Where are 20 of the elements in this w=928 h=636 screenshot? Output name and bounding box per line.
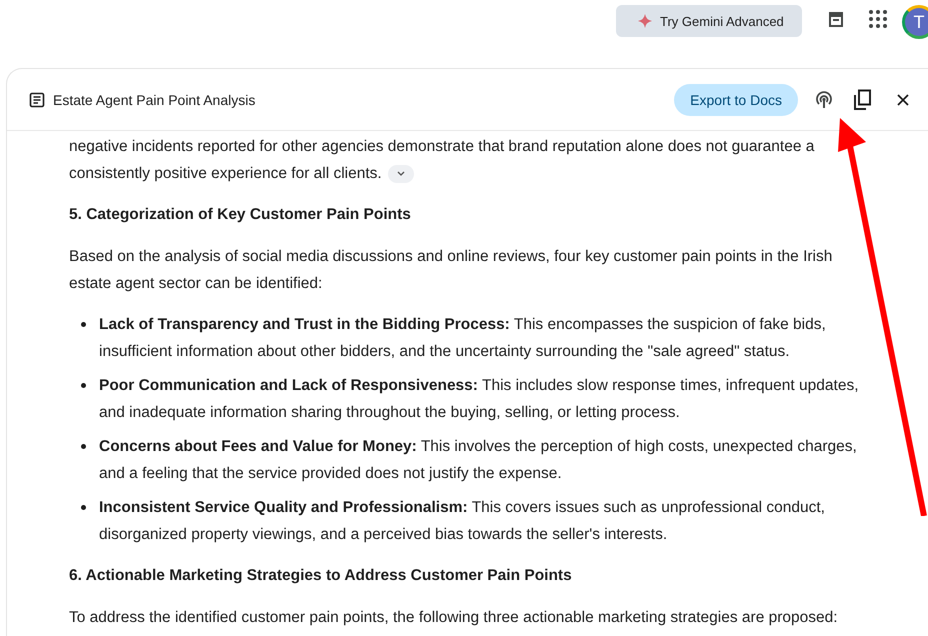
bullet-icon [81, 444, 86, 449]
sparkle-icon [638, 14, 652, 28]
avatar[interactable]: T [902, 5, 928, 39]
bullet-item: Inconsistent Service Quality and Professionalism: This covers issues such as unprofessional conduct, disorganized property viewings, and a perceived bias towards the seller's interests. [99, 498, 826, 545]
bullet-icon [81, 505, 86, 510]
panel-title: Estate Agent Pain Point Analysis [53, 92, 256, 108]
section-heading: 5. Categorization of Key Customer Pain Points [69, 205, 412, 225]
bullet-icon [81, 322, 86, 327]
body-paragraph: Based on the analysis of social media discussions and online reviews, four key customer pain points in the Irish estate agent sector can be identified: [69, 247, 834, 294]
bullet-icon [81, 383, 86, 388]
bullet-item: Concerns about Fees and Value for Money: This involves the perception of high costs, unexpected charges, and a feeling that the service provided does not justify the expense. [99, 437, 858, 484]
try-gemini-button[interactable]: Try Gemini Advanced [616, 5, 802, 37]
export-to-docs-button[interactable]: Export to Docs [674, 84, 798, 116]
bullet-item: Lack of Transparency and Trust in the Bidding Process: This encompasses the suspicion of fake bids, insufficient information about other bidders, and the uncertainty surrounding the "sale agreed" status. [99, 315, 827, 362]
document-icon [29, 92, 45, 108]
section-heading: 6. Actionable Marketing Strategies to Address Customer Pain Points [69, 566, 573, 586]
body-paragraph: negative incidents reported for other agencies demonstrate that brand reputation alone does not guarantee a consistently positive experience for all clients. [69, 137, 816, 185]
bullet-item: Poor Communication and Lack of Responsiveness: This includes slow response times, infrequent updates, and inadequate information sharing throughout the buying, selling, or letting process. [99, 376, 860, 423]
chevron-down-icon [396, 170, 405, 177]
body-paragraph: To address the identified customer pain points, the following three actionable marketing strategies are proposed: [69, 608, 839, 628]
